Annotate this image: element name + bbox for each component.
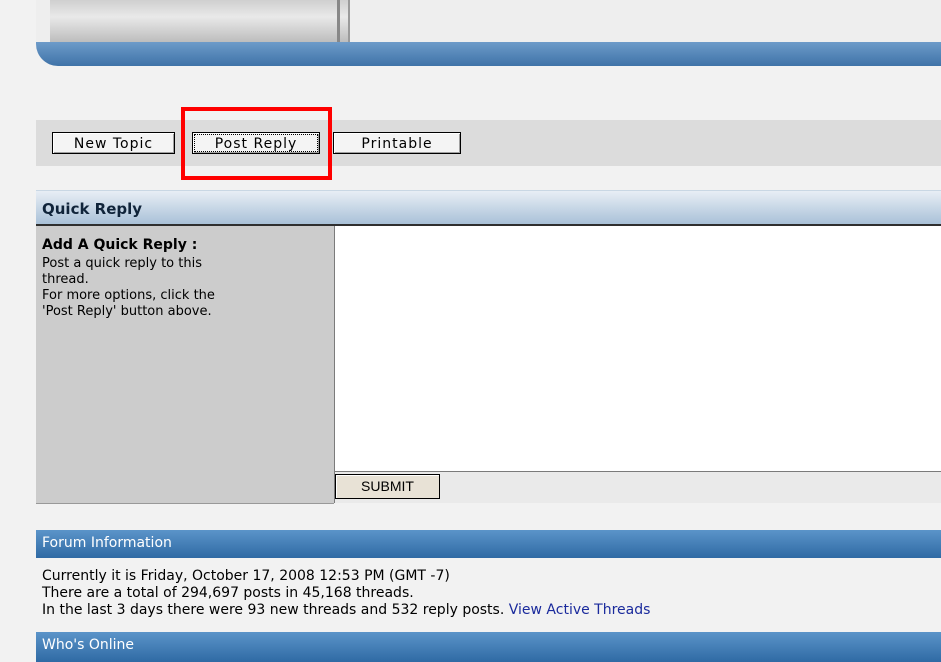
quick-reply-description: Post a quick reply to this thread. For m… (42, 256, 312, 320)
post-totals-text: There are a total of 294,697 posts in 45… (42, 585, 414, 601)
banner-blue-bar (36, 42, 941, 66)
submit-button[interactable]: SUBMIT (335, 474, 440, 499)
recent-activity-line: In the last 3 days there were 93 new thr… (42, 602, 650, 619)
forum-information-header: Forum Information (36, 530, 941, 558)
printable-button[interactable]: Printable (333, 132, 461, 154)
description-line: Post a quick reply to this (42, 256, 202, 271)
thread-toolbar: New Topic Post Reply Printable (36, 120, 941, 166)
description-line: For more options, click the (42, 288, 215, 303)
quick-reply-input-panel: SUBMIT (334, 226, 941, 503)
recent-activity-text: In the last 3 days there were 93 new thr… (42, 602, 505, 618)
forum-information-title: Forum Information (42, 535, 172, 551)
whos-online-title: Who's Online (42, 637, 135, 653)
view-active-threads-link[interactable]: View Active Threads (509, 602, 651, 618)
top-banner-panel (36, 0, 941, 66)
description-line: thread. (42, 272, 89, 287)
description-line: 'Post Reply' button above. (42, 304, 212, 319)
quick-reply-header: Quick Reply (36, 190, 941, 226)
banner-image (50, 0, 350, 42)
quick-reply-label: Add A Quick Reply : (42, 237, 198, 253)
quick-reply-textarea[interactable] (335, 226, 941, 472)
quick-reply-title: Quick Reply (42, 200, 143, 218)
quick-reply-info-panel: Add A Quick Reply : Post a quick reply t… (36, 226, 334, 504)
whos-online-header: Who's Online (36, 632, 941, 662)
post-reply-button[interactable]: Post Reply (192, 132, 320, 154)
current-time-text: Currently it is Friday, October 17, 2008… (42, 568, 450, 584)
new-topic-button[interactable]: New Topic (52, 132, 175, 154)
forum-information-body: Currently it is Friday, October 17, 2008… (36, 558, 941, 632)
